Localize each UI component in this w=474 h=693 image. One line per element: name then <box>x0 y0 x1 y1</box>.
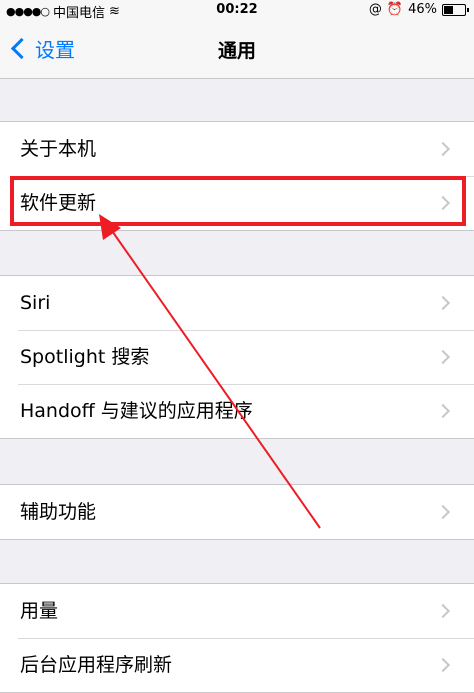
status-bar: ●●●●○ 中国电信 ≋ 00:22 @ ⏰ 46% <box>0 0 474 21</box>
chevron-right-icon <box>435 295 451 311</box>
chevron-right-icon <box>435 141 451 157</box>
list-item-label: Spotlight 搜索 <box>20 346 150 368</box>
chevron-right-icon <box>435 603 451 619</box>
battery-percent: 46% <box>408 2 437 17</box>
chevron-right-icon <box>435 195 451 211</box>
list-item-usage[interactable]: 用量 <box>0 584 474 638</box>
list-item-label: 关于本机 <box>20 138 97 160</box>
alarm-icon: ⏰ <box>386 2 404 17</box>
battery-level <box>444 5 453 14</box>
list-item-label: 辅助功能 <box>20 501 97 523</box>
chevron-right-icon <box>435 504 451 520</box>
page-title: 通用 <box>217 40 256 62</box>
list-item-label: Siri <box>20 292 51 314</box>
list-item-label: 软件更新 <box>20 192 97 214</box>
list-item-accessibility[interactable]: 辅助功能 <box>0 485 474 539</box>
settings-group-usage: 用量 后台应用程序刷新 <box>0 583 474 693</box>
chevron-right-icon <box>435 657 451 673</box>
list-item-spotlight[interactable]: Spotlight 搜索 <box>0 330 474 384</box>
list-item-about[interactable]: 关于本机 <box>0 122 474 176</box>
battery-icon <box>442 3 469 16</box>
chevron-right-icon <box>435 403 451 419</box>
list-item-software-update[interactable]: 软件更新 <box>0 176 474 230</box>
settings-group-search: Siri Spotlight 搜索 Handoff 与建议的应用程序 <box>0 275 474 439</box>
settings-group-about: 关于本机 软件更新 <box>0 121 474 231</box>
orientation-lock-icon: @ <box>368 2 382 17</box>
list-item-background-refresh[interactable]: 后台应用程序刷新 <box>0 638 474 692</box>
list-item-handoff[interactable]: Handoff 与建议的应用程序 <box>0 384 474 438</box>
list-item-label: 用量 <box>20 600 59 622</box>
chevron-right-icon <box>435 349 451 365</box>
list-item-label: Handoff 与建议的应用程序 <box>20 400 253 422</box>
navigation-bar: 设置 通用 <box>0 20 474 79</box>
settings-group-accessibility: 辅助功能 <box>0 484 474 540</box>
list-item-label: 后台应用程序刷新 <box>20 654 173 676</box>
list-item-siri[interactable]: Siri <box>0 276 474 330</box>
